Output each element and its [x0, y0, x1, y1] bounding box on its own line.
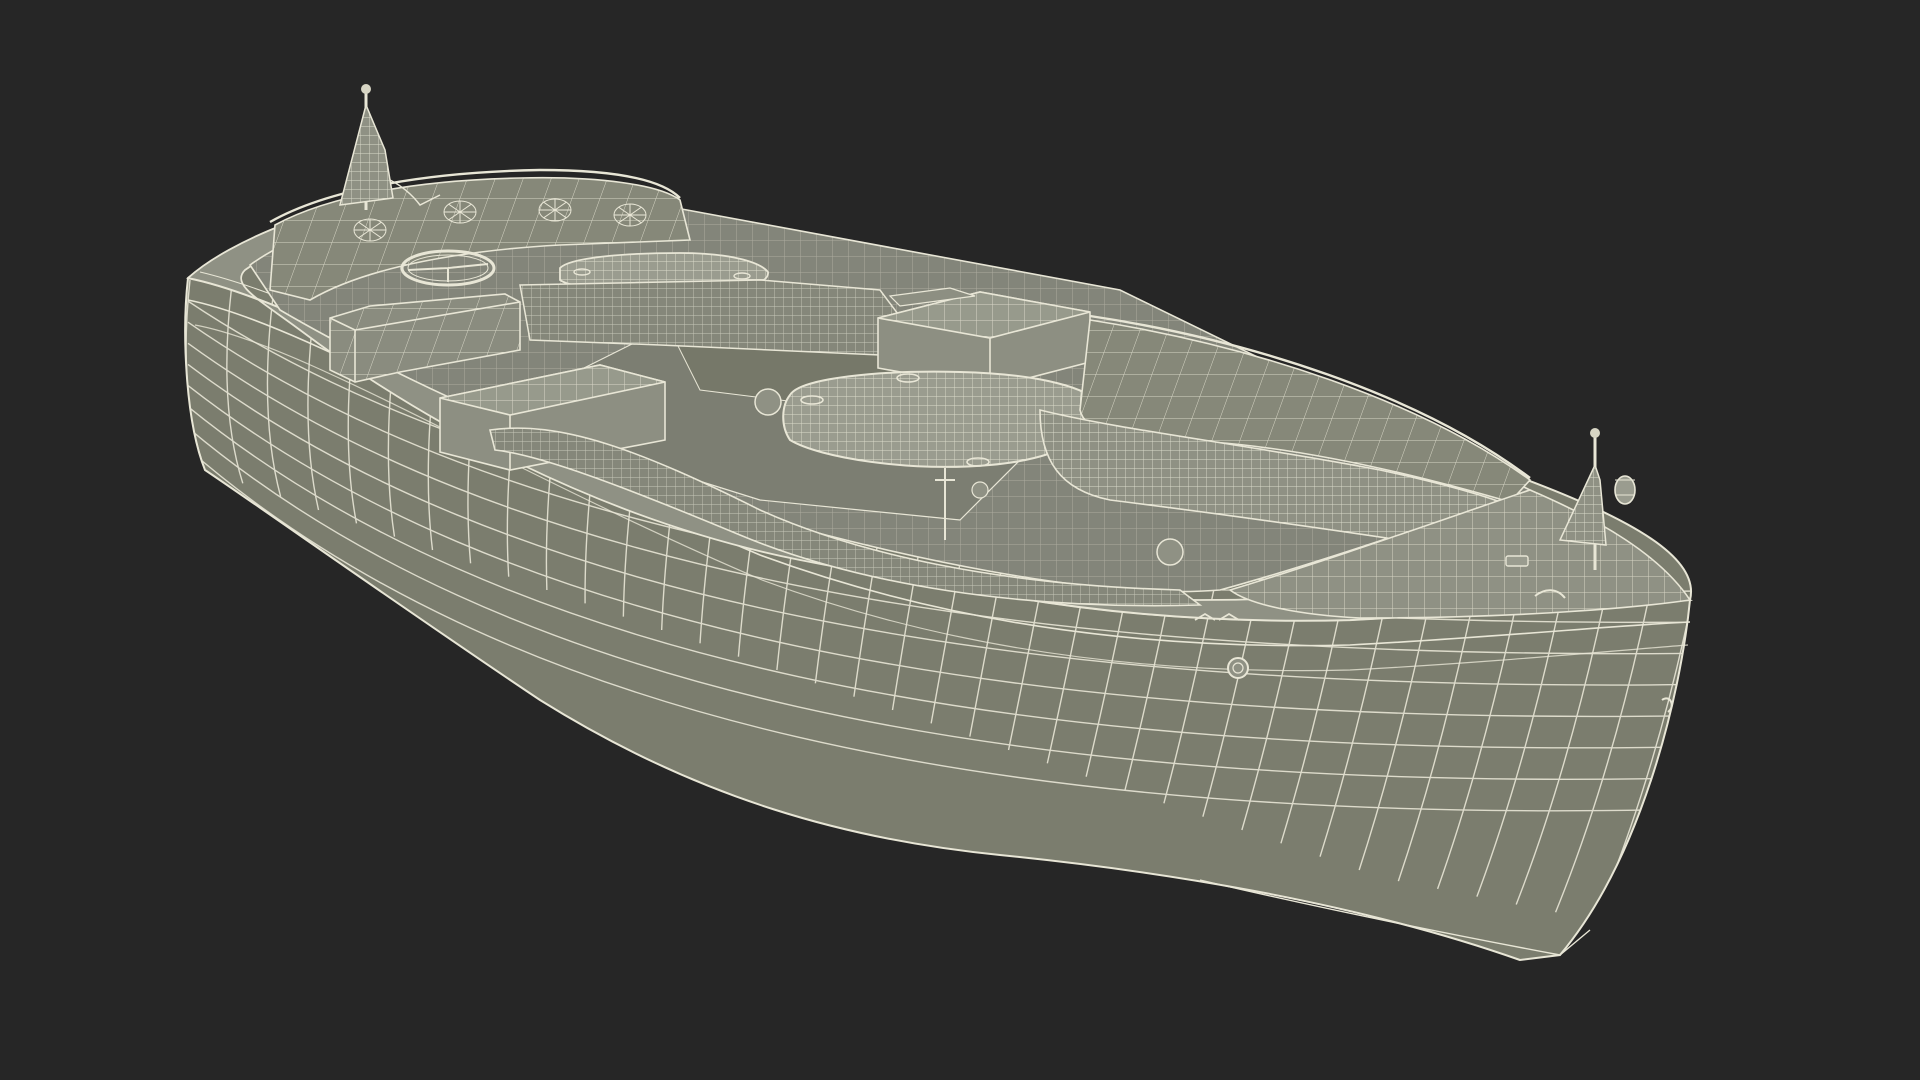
render-viewport[interactable]: [0, 0, 1920, 1080]
interior-porthole-right: [1156, 538, 1184, 566]
boat-wireframe-model: [184, 84, 1693, 961]
interior-porthole-left: [754, 388, 782, 416]
bow-cleat: [1505, 555, 1529, 567]
hull-porthole-fitting: [1227, 657, 1249, 679]
